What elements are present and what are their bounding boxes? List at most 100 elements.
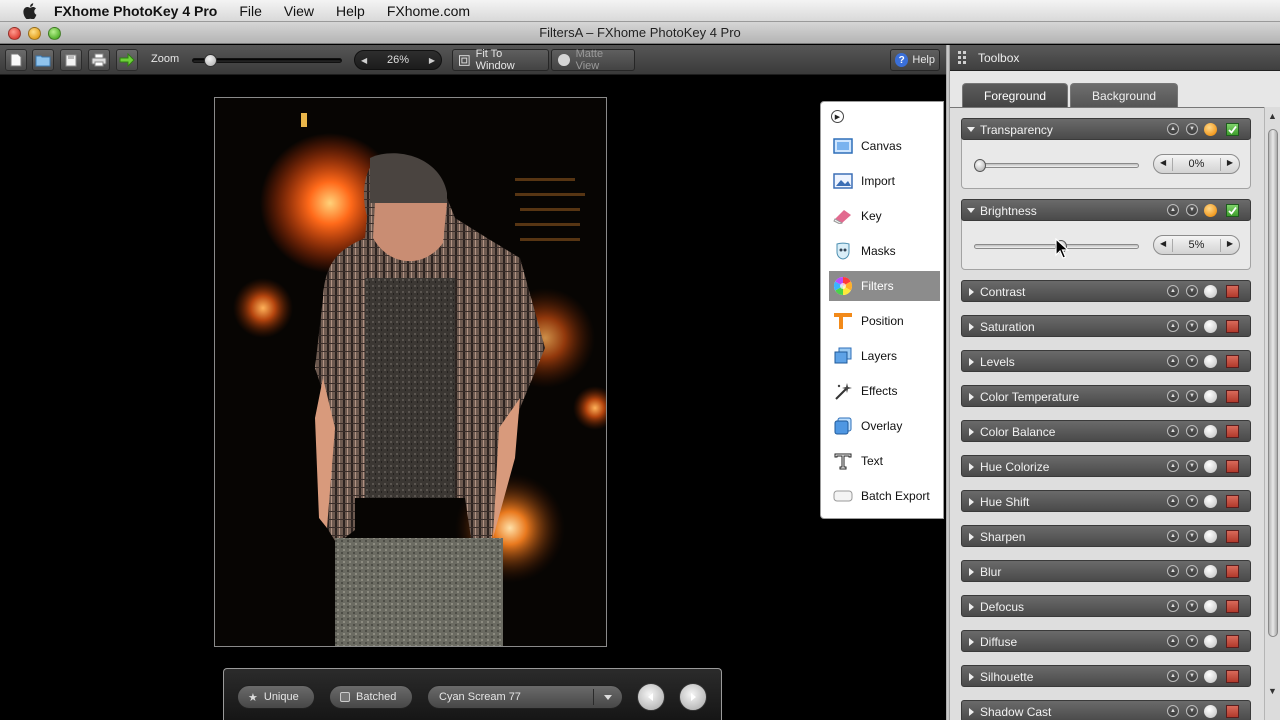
increase-arrow-icon[interactable]: ▶ [1227, 158, 1233, 167]
apple-menu-icon[interactable] [20, 2, 40, 19]
collapse-panel-icon[interactable]: ▶ [831, 110, 844, 123]
filter-row-color-temperature[interactable]: Color Temperature ▲ ▼ [961, 385, 1251, 407]
move-up-icon[interactable]: ▲ [1167, 600, 1179, 612]
filter-row-blur[interactable]: Blur ▲ ▼ [961, 560, 1251, 582]
enable-checkbox[interactable] [1226, 285, 1239, 298]
preset-dropdown[interactable]: Cyan Scream 77 [427, 685, 623, 709]
filter-header-transparency[interactable]: Transparency ▲ ▼ [961, 118, 1251, 140]
enable-checkbox[interactable] [1226, 495, 1239, 508]
enable-checkbox[interactable] [1226, 635, 1239, 648]
reset-toggle-icon[interactable] [1204, 460, 1217, 473]
filter-row-color-balance[interactable]: Color Balance ▲ ▼ [961, 420, 1251, 442]
sidebar-item-effects[interactable]: Effects [829, 376, 939, 406]
move-down-icon[interactable]: ▼ [1186, 565, 1198, 577]
tab-background[interactable]: Background [1070, 83, 1179, 107]
move-down-icon[interactable]: ▼ [1186, 670, 1198, 682]
print-icon[interactable] [88, 49, 110, 71]
collapsed-triangle-icon[interactable] [969, 568, 974, 576]
filter-row-sharpen[interactable]: Sharpen ▲ ▼ [961, 525, 1251, 547]
reset-toggle-icon[interactable] [1204, 204, 1217, 217]
move-up-icon[interactable]: ▲ [1167, 285, 1179, 297]
move-down-icon[interactable]: ▼ [1186, 460, 1198, 472]
move-down-icon[interactable]: ▼ [1186, 705, 1198, 717]
collapsed-triangle-icon[interactable] [969, 428, 974, 436]
reset-toggle-icon[interactable] [1204, 635, 1217, 648]
reset-toggle-icon[interactable] [1204, 705, 1217, 718]
sidebar-item-position[interactable]: Position [829, 306, 939, 336]
expand-triangle-icon[interactable] [967, 127, 975, 132]
filter-row-defocus[interactable]: Defocus ▲ ▼ [961, 595, 1251, 617]
collapsed-triangle-icon[interactable] [969, 463, 974, 471]
open-folder-icon[interactable] [32, 49, 54, 71]
save-icon[interactable] [60, 49, 82, 71]
filter-row-saturation[interactable]: Saturation ▲ ▼ [961, 315, 1251, 337]
move-up-icon[interactable]: ▲ [1167, 123, 1179, 135]
enable-checkbox[interactable] [1226, 204, 1239, 217]
increase-arrow-icon[interactable]: ▶ [1227, 239, 1233, 248]
transparency-slider[interactable] [974, 159, 1139, 172]
tab-foreground[interactable]: Foreground [962, 83, 1069, 107]
collapsed-triangle-icon[interactable] [969, 323, 974, 331]
menu-fxhome-link[interactable]: FXhome.com [387, 3, 470, 19]
move-down-icon[interactable]: ▼ [1186, 530, 1198, 542]
reset-toggle-icon[interactable] [1204, 123, 1217, 136]
move-up-icon[interactable]: ▲ [1167, 530, 1179, 542]
filter-row-contrast[interactable]: Contrast ▲ ▼ [961, 280, 1251, 302]
reset-toggle-icon[interactable] [1204, 355, 1217, 368]
menu-file[interactable]: File [239, 3, 262, 19]
sidebar-item-import[interactable]: Import [829, 166, 939, 196]
enable-checkbox[interactable] [1226, 425, 1239, 438]
reset-toggle-icon[interactable] [1204, 390, 1217, 403]
fit-to-window-button[interactable]: Fit To Window [452, 48, 549, 72]
new-document-icon[interactable] [5, 49, 27, 71]
zoom-increase-icon[interactable]: ▶ [429, 56, 435, 65]
move-up-icon[interactable]: ▲ [1167, 425, 1179, 437]
move-down-icon[interactable]: ▼ [1186, 355, 1198, 367]
reset-toggle-icon[interactable] [1204, 530, 1217, 543]
zoom-slider[interactable] [192, 54, 342, 67]
enable-checkbox[interactable] [1226, 123, 1239, 136]
filter-row-diffuse[interactable]: Diffuse ▲ ▼ [961, 630, 1251, 652]
export-arrow-icon[interactable] [116, 49, 138, 71]
filter-header-brightness[interactable]: Brightness ▲ ▼ [961, 199, 1251, 221]
brightness-value-stepper[interactable]: ◀ 5% ▶ [1153, 235, 1240, 255]
enable-checkbox[interactable] [1226, 530, 1239, 543]
canvas-viewport[interactable]: ▶ Canvas Import Key Masks Filters Positi… [0, 76, 946, 720]
move-up-icon[interactable]: ▲ [1167, 355, 1179, 367]
enable-checkbox[interactable] [1226, 390, 1239, 403]
move-down-icon[interactable]: ▼ [1186, 635, 1198, 647]
filter-row-shadow-cast[interactable]: Shadow Cast ▲ ▼ [961, 700, 1251, 720]
reset-toggle-icon[interactable] [1204, 425, 1217, 438]
filter-row-hue-colorize[interactable]: Hue Colorize ▲ ▼ [961, 455, 1251, 477]
move-up-icon[interactable]: ▲ [1167, 204, 1179, 216]
sidebar-item-layers[interactable]: Layers [829, 341, 939, 371]
move-up-icon[interactable]: ▲ [1167, 670, 1179, 682]
collapsed-triangle-icon[interactable] [969, 533, 974, 541]
move-down-icon[interactable]: ▼ [1186, 204, 1198, 216]
collapsed-triangle-icon[interactable] [969, 393, 974, 401]
enable-checkbox[interactable] [1226, 320, 1239, 333]
move-down-icon[interactable]: ▼ [1186, 320, 1198, 332]
enable-checkbox[interactable] [1226, 355, 1239, 368]
move-up-icon[interactable]: ▲ [1167, 705, 1179, 717]
matte-view-button[interactable]: Matte View [551, 48, 635, 72]
sidebar-item-overlay[interactable]: Overlay [829, 411, 939, 441]
menu-help[interactable]: Help [336, 3, 365, 19]
sidebar-item-batch-export[interactable]: Batch Export [829, 481, 939, 511]
move-down-icon[interactable]: ▼ [1186, 600, 1198, 612]
move-up-icon[interactable]: ▲ [1167, 390, 1179, 402]
enable-checkbox[interactable] [1226, 670, 1239, 683]
sidebar-item-text[interactable]: Text [829, 446, 939, 476]
transparency-slider-knob[interactable] [974, 159, 986, 172]
help-button[interactable]: ? Help [890, 49, 940, 71]
enable-checkbox[interactable] [1226, 460, 1239, 473]
enable-checkbox[interactable] [1226, 705, 1239, 718]
sidebar-item-key[interactable]: Key [829, 201, 939, 231]
zoom-stepper[interactable]: ◀ 26% ▶ [354, 50, 442, 70]
scroll-down-arrow-icon[interactable]: ▼ [1268, 686, 1277, 696]
move-up-icon[interactable]: ▲ [1167, 320, 1179, 332]
transparency-value-stepper[interactable]: ◀ 0% ▶ [1153, 154, 1240, 174]
filter-row-levels[interactable]: Levels ▲ ▼ [961, 350, 1251, 372]
move-down-icon[interactable]: ▼ [1186, 495, 1198, 507]
move-up-icon[interactable]: ▲ [1167, 635, 1179, 647]
